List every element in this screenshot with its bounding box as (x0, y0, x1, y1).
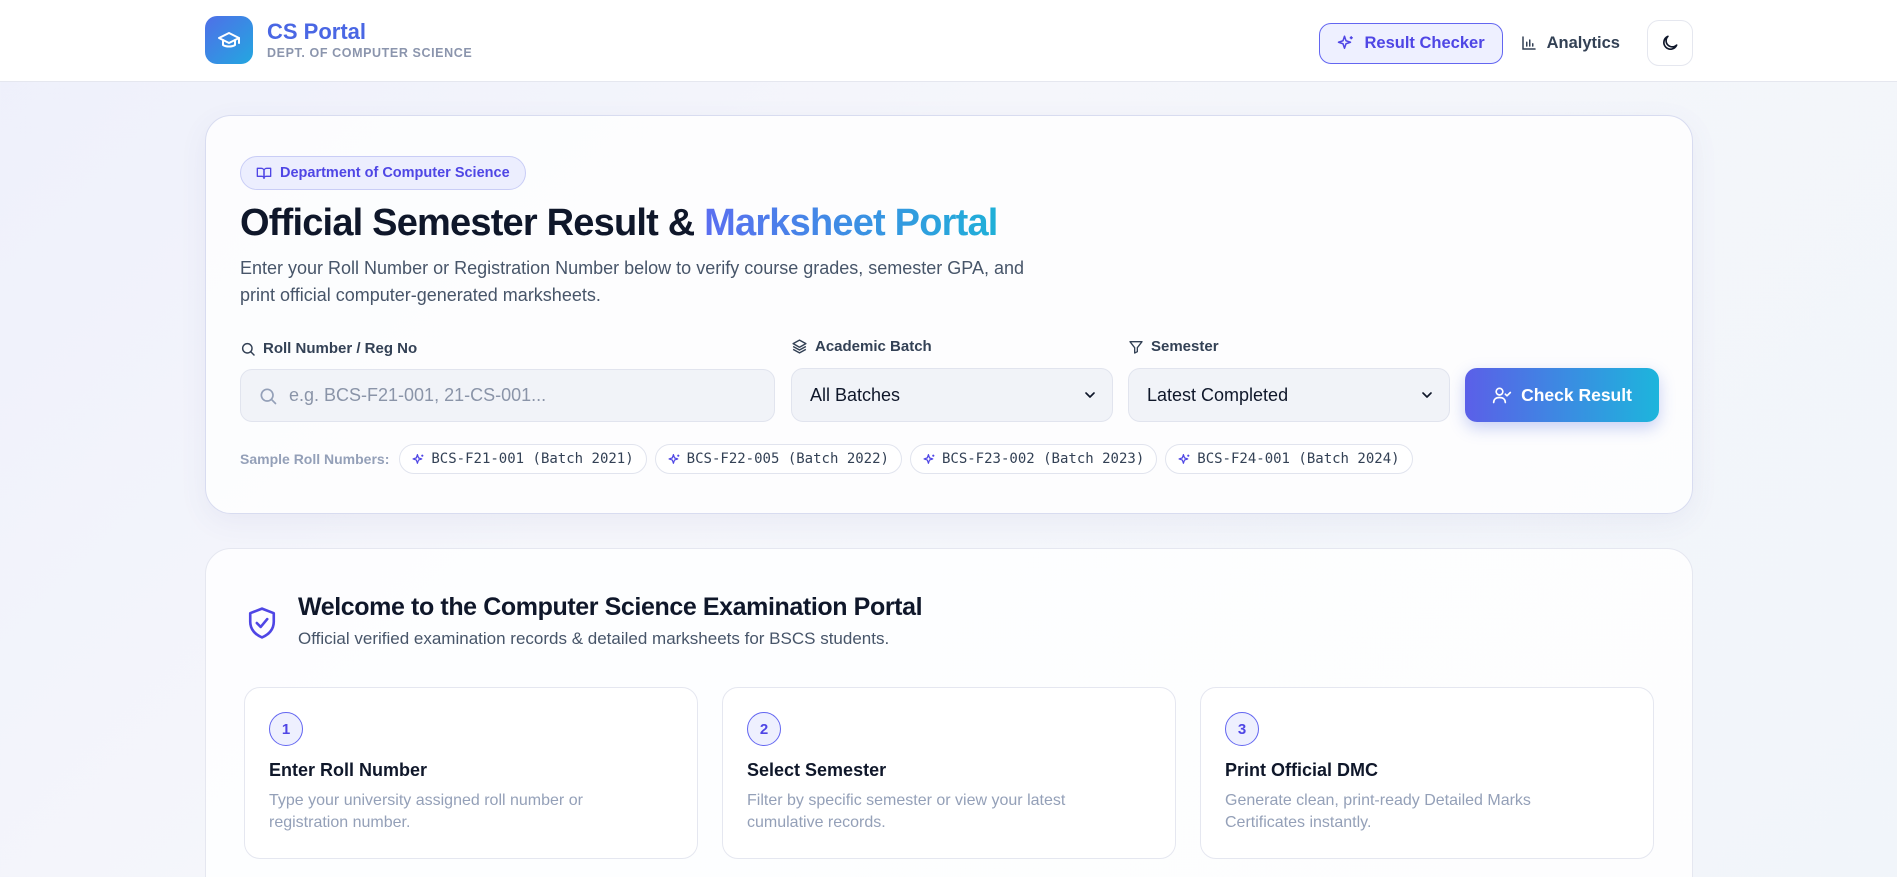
batch-label: Academic Batch (791, 338, 932, 355)
nav-analytics[interactable]: Analytics (1503, 23, 1637, 64)
batch-select-value: All Batches (810, 384, 901, 405)
semester-label-text: Semester (1151, 338, 1219, 355)
chevron-down-icon (1422, 392, 1432, 398)
step-description: Generate clean, print-ready Detailed Mar… (1225, 792, 1531, 831)
brand[interactable]: CS Portal DEPT. OF COMPUTER SCIENCE (205, 16, 472, 64)
semester-label: Semester (1128, 338, 1219, 355)
check-result-label: Check Result (1521, 384, 1632, 405)
bar-chart-icon (1521, 36, 1536, 50)
sample-chip-label: BCS-F24-001 (Batch 2024) (1197, 451, 1400, 467)
step-card: 3 Print Official DMC Generate clean, pri… (1200, 687, 1654, 859)
roll-number-label: Roll Number / Reg No (240, 340, 417, 357)
roll-number-field (240, 369, 775, 422)
graduation-cap-icon (205, 16, 253, 64)
sample-roll-numbers: Sample Roll Numbers: BCS-F21-001 (Batch … (240, 444, 1421, 474)
semester-select-value: Latest Completed (1147, 384, 1289, 405)
sparkles-icon (1338, 35, 1354, 49)
search-icon (241, 342, 255, 356)
nav-analytics-label: Analytics (1546, 33, 1620, 52)
chevron-down-icon (1085, 392, 1095, 398)
batch-select[interactable]: All Batches (791, 368, 1113, 422)
welcome-title: Welcome to the Computer Science Examinat… (298, 593, 923, 621)
sample-chip-label: BCS-F23-002 (Batch 2023) (941, 451, 1145, 467)
step-card: 2 Select Semester Filter by specific sem… (722, 687, 1176, 859)
page-title: Official Semester Result & Marksheet Por… (240, 202, 998, 245)
roll-number-input[interactable] (289, 370, 759, 421)
step-title: Select Semester (747, 760, 887, 780)
sparkles-icon (412, 453, 424, 464)
sparkles-icon (668, 453, 680, 464)
batch-label-text: Academic Batch (815, 338, 932, 355)
roll-number-label-text: Roll Number / Reg No (263, 340, 418, 357)
page-title-accent: Marksheet Portal (704, 202, 998, 244)
step-title: Print Official DMC (1225, 760, 1379, 780)
step-number: 3 (1225, 712, 1259, 746)
step-card: 1 Enter Roll Number Type your university… (244, 687, 698, 859)
brand-subtitle: DEPT. OF COMPUTER SCIENCE (267, 46, 473, 60)
brand-name: CS Portal (267, 19, 367, 44)
main-nav: Result Checker Analytics (1319, 20, 1693, 66)
sparkles-icon (923, 453, 935, 464)
nav-result-checker-label: Result Checker (1364, 33, 1485, 52)
sample-chip[interactable]: BCS-F22-005 (Batch 2022) (654, 444, 902, 474)
welcome-card: Welcome to the Computer Science Examinat… (205, 548, 1693, 877)
step-number: 2 (747, 712, 781, 746)
sample-chip-label: BCS-F21-001 (Batch 2021) (431, 451, 634, 467)
semester-select[interactable]: Latest Completed (1128, 368, 1450, 422)
book-open-icon (256, 167, 272, 179)
page-description: Enter your Roll Number or Registration N… (240, 258, 1024, 305)
theme-toggle-button[interactable] (1647, 20, 1693, 66)
department-tag-label: Department of Computer Science (280, 165, 510, 181)
sample-chip[interactable]: BCS-F23-002 (Batch 2023) (909, 444, 1158, 474)
user-check-icon (1492, 387, 1512, 404)
step-title: Enter Roll Number (269, 760, 428, 780)
sample-chip-label: BCS-F22-005 (Batch 2022) (686, 451, 889, 467)
filter-icon (1129, 340, 1143, 354)
moon-icon (1663, 35, 1678, 50)
result-search-card: Department of Computer Science Official … (205, 115, 1693, 514)
shield-check-icon (248, 607, 276, 639)
samples-label: Sample Roll Numbers: (240, 451, 390, 467)
sample-chip[interactable]: BCS-F21-001 (Batch 2021) (399, 444, 647, 474)
sample-chip[interactable]: BCS-F24-001 (Batch 2024) (1165, 444, 1413, 474)
search-icon (260, 388, 277, 405)
page-title-main: Official Semester Result & (240, 202, 705, 244)
sparkles-icon (1178, 453, 1190, 464)
layers-icon (792, 339, 807, 354)
step-number: 1 (269, 712, 303, 746)
step-description: Type your university assigned roll numbe… (269, 792, 583, 831)
nav-result-checker[interactable]: Result Checker (1319, 22, 1503, 64)
welcome-subtitle: Official verified examination records & … (298, 629, 890, 648)
step-description: Filter by specific semester or view your… (747, 792, 1066, 831)
check-result-button[interactable]: Check Result (1465, 368, 1659, 422)
department-tag: Department of Computer Science (240, 156, 526, 190)
top-navbar: CS Portal DEPT. OF COMPUTER SCIENCE Resu… (0, 0, 1897, 82)
